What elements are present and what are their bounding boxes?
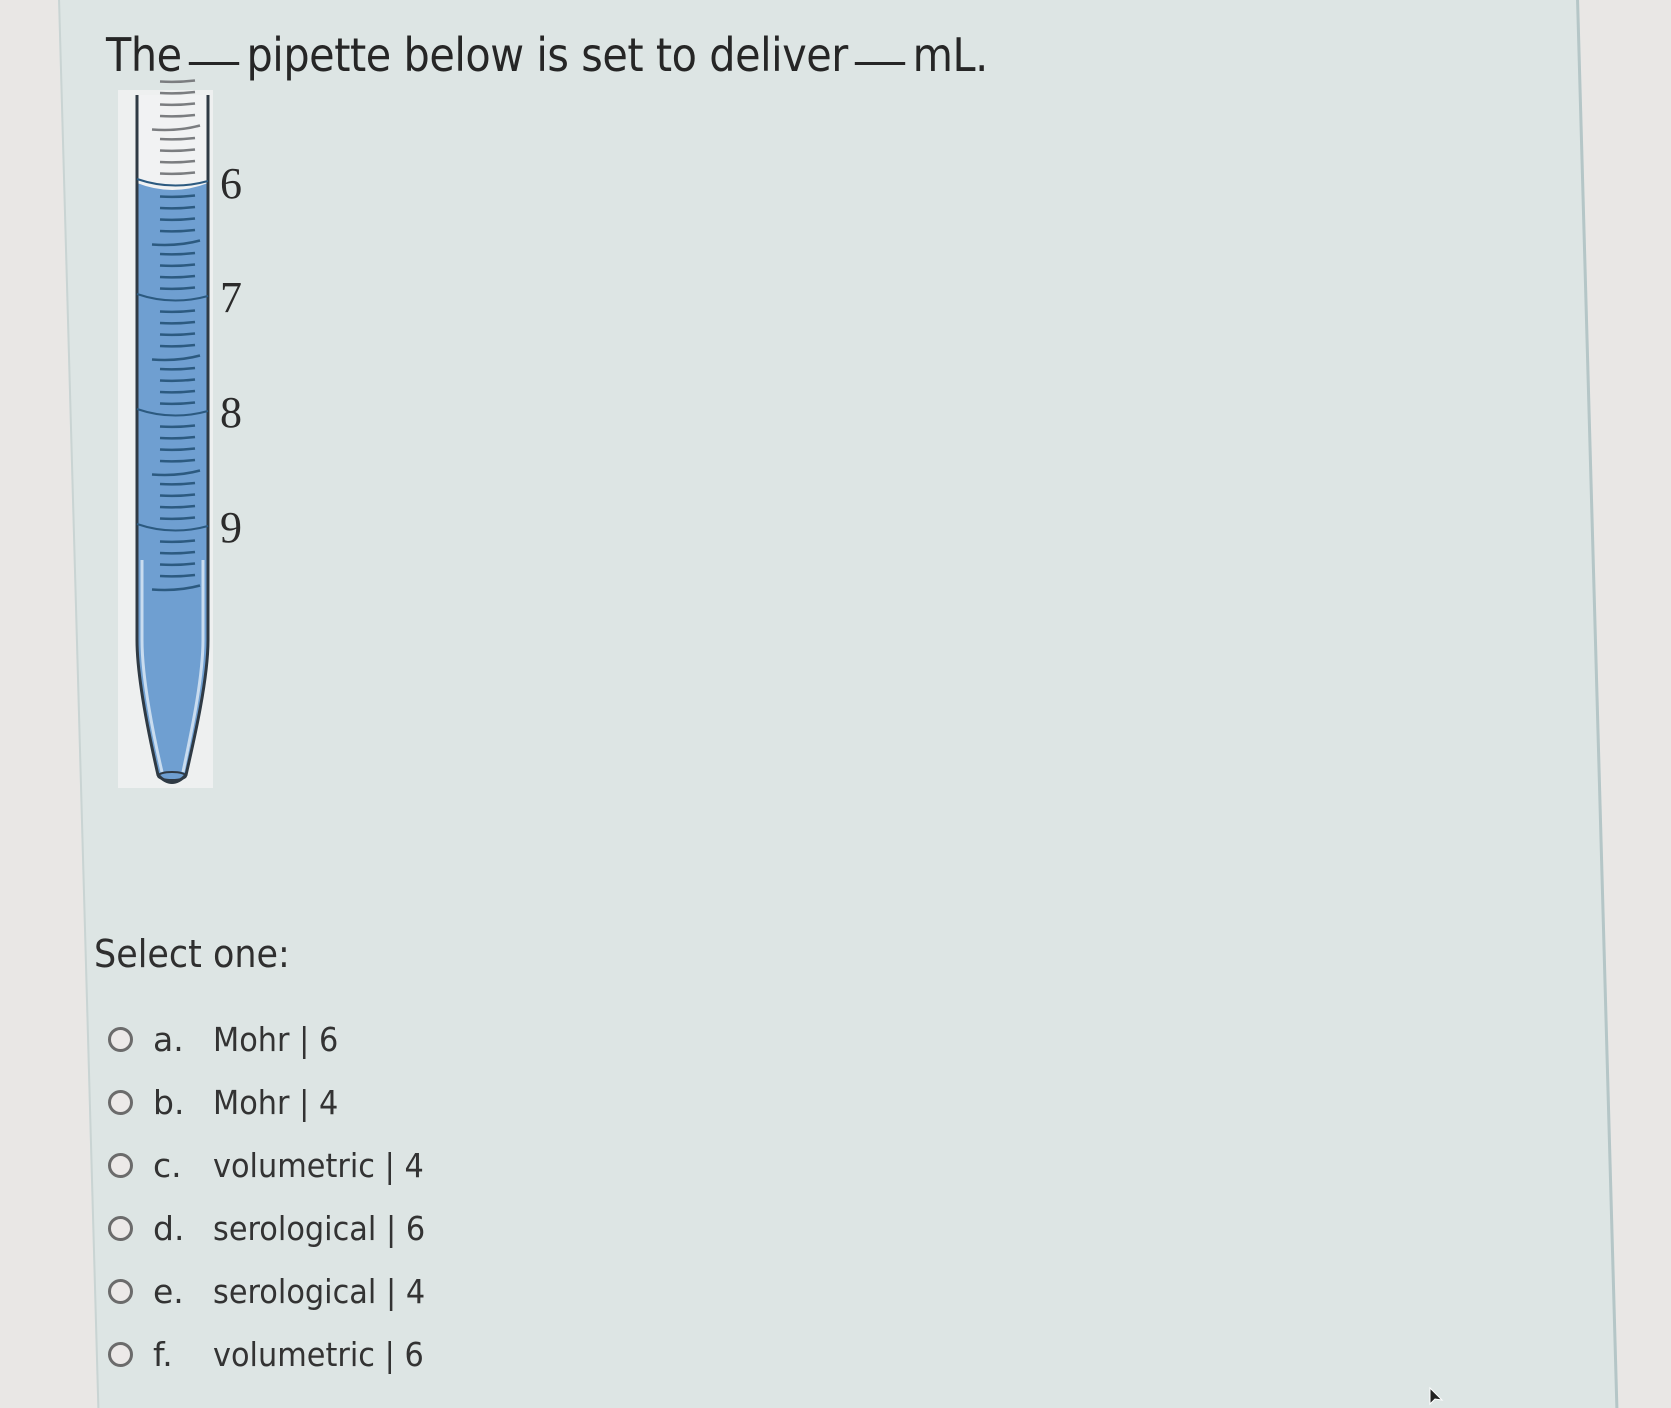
option-b[interactable]: b. Mohr | 4: [108, 1071, 444, 1134]
scale-label-7: 7: [220, 273, 242, 322]
minor-tick: [159, 79, 196, 84]
minor-tick: [159, 435, 196, 440]
minor-tick: [159, 228, 196, 233]
scale-label-9: 9: [220, 503, 242, 552]
minor-tick: [159, 550, 196, 555]
option-label[interactable]: volumetric | 4: [213, 1146, 424, 1185]
scale-label-6: 6: [220, 159, 242, 208]
minor-tick: [159, 493, 196, 498]
option-a[interactable]: a. Mohr | 6: [108, 1008, 444, 1071]
option-letter: f.: [153, 1335, 173, 1374]
scale-label-8: 8: [220, 388, 242, 437]
option-label[interactable]: serological | 4: [213, 1272, 425, 1311]
minor-tick: [159, 424, 196, 429]
minor-tick: [159, 320, 196, 325]
mouse-pointer-icon: [1429, 1386, 1444, 1406]
minor-tick: [159, 217, 196, 222]
minor-tick: [159, 274, 196, 279]
radio-button[interactable]: [108, 1216, 133, 1241]
option-letter: a.: [153, 1020, 184, 1059]
radio-button[interactable]: [108, 1153, 133, 1178]
minor-tick: [159, 389, 196, 394]
minor-tick: [159, 343, 196, 348]
minor-tick: [159, 102, 196, 107]
option-label[interactable]: Mohr | 6: [213, 1020, 338, 1059]
radio-button[interactable]: [108, 1279, 133, 1304]
minor-tick: [159, 447, 196, 452]
radio-button[interactable]: [108, 1027, 133, 1052]
option-label[interactable]: Mohr | 4: [213, 1083, 338, 1122]
option-label[interactable]: serological | 6: [213, 1209, 425, 1248]
pipette-illustration: [135, 79, 210, 784]
minor-tick: [159, 194, 196, 199]
minor-tick: [159, 516, 196, 521]
minor-tick: [159, 205, 196, 210]
minor-tick: [159, 171, 196, 176]
option-e[interactable]: e. serological | 4: [108, 1260, 444, 1323]
option-d[interactable]: d. serological | 6: [108, 1197, 444, 1260]
minor-tick: [159, 263, 196, 268]
minor-tick: [159, 286, 196, 291]
option-f[interactable]: f. volumetric | 6: [108, 1323, 444, 1386]
minor-tick: [159, 309, 196, 314]
minor-tick: [159, 481, 196, 486]
radio-button[interactable]: [108, 1342, 133, 1367]
option-letter: b.: [153, 1083, 185, 1122]
minor-tick: [159, 504, 196, 509]
radio-button[interactable]: [108, 1090, 133, 1115]
minor-tick: [159, 136, 196, 141]
option-letter: c.: [153, 1146, 182, 1185]
option-label[interactable]: volumetric | 6: [213, 1335, 424, 1374]
option-c[interactable]: c. volumetric | 4: [108, 1134, 444, 1197]
pipette-fluid: [137, 180, 208, 783]
minor-tick: [159, 458, 196, 463]
minor-tick: [159, 332, 196, 337]
minor-tick: [159, 562, 196, 567]
question-middle: pipette below is set to deliver: [246, 28, 848, 82]
minor-tick: [159, 573, 196, 578]
minor-tick: [159, 539, 196, 544]
select-one-prompt: Select one:: [94, 932, 290, 976]
minor-tick: [159, 378, 196, 383]
minor-tick: [159, 148, 196, 153]
option-letter: d.: [153, 1209, 185, 1248]
minor-tick: [159, 401, 196, 406]
minor-tick: [159, 366, 196, 371]
minor-tick: [159, 90, 196, 95]
minor-tick: [159, 113, 196, 118]
minor-tick: [159, 159, 196, 164]
option-letter: e.: [153, 1272, 184, 1311]
answer-options: a. Mohr | 6 b. Mohr | 4 c. volumetric | …: [108, 1008, 444, 1386]
question-suffix: mL.: [912, 28, 989, 82]
minor-tick: [159, 251, 196, 256]
blank-2: [855, 62, 906, 65]
